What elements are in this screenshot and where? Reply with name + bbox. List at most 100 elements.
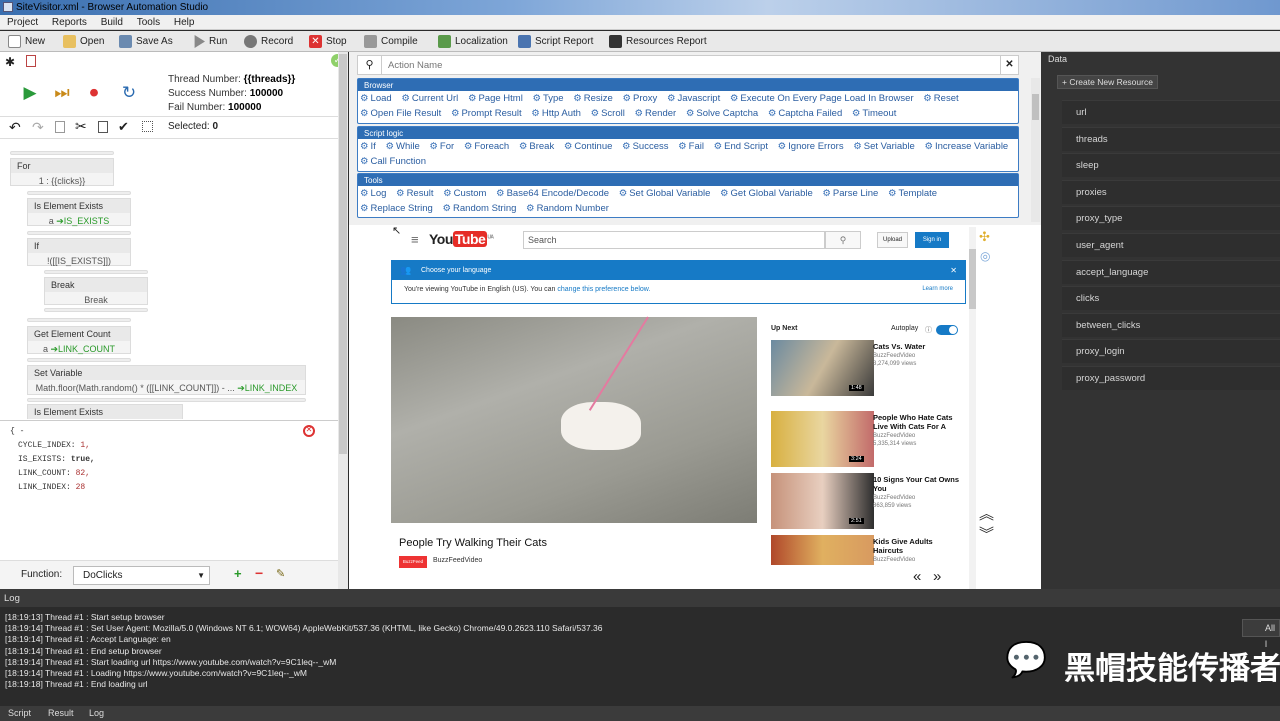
resource-user-agent[interactable]: user_agent bbox=[1062, 233, 1280, 257]
resources-report-button[interactable]: Resources Report bbox=[609, 34, 707, 49]
action-resize[interactable]: Resize bbox=[573, 93, 613, 104]
action-solve-captcha[interactable]: Solve Captcha bbox=[686, 108, 758, 119]
action-break[interactable]: Break bbox=[519, 141, 554, 152]
open-button[interactable]: Open bbox=[63, 34, 104, 49]
action-timeout[interactable]: Timeout bbox=[852, 108, 897, 119]
action-type[interactable]: Type bbox=[532, 93, 563, 104]
copy-icon[interactable] bbox=[55, 121, 65, 133]
add-function-icon[interactable]: + bbox=[234, 566, 242, 581]
undo-icon[interactable]: ↶ bbox=[9, 119, 21, 136]
action-fail[interactable]: Fail bbox=[678, 141, 704, 152]
resource-proxy-type[interactable]: proxy_type bbox=[1062, 206, 1280, 231]
channel-name[interactable]: BuzzFeedVideo bbox=[433, 557, 482, 564]
action-random-number[interactable]: Random Number bbox=[526, 203, 609, 214]
play-button[interactable]: ▶ bbox=[21, 84, 39, 102]
channel-avatar[interactable]: BuzzFeed bbox=[399, 556, 427, 568]
scroll-right-icon[interactable]: » bbox=[933, 568, 941, 585]
localization-button[interactable]: Localization bbox=[438, 34, 508, 49]
tab-log[interactable]: Log bbox=[89, 708, 104, 718]
set-variable-block[interactable]: Set Variable Math.floor(Math.random() * … bbox=[27, 365, 306, 395]
video-player[interactable] bbox=[391, 316, 757, 523]
save-as-button[interactable]: Save As bbox=[119, 34, 173, 49]
list-item[interactable]: 3:24 People Who Hate Cats Live With Cats… bbox=[771, 411, 971, 467]
action-log[interactable]: Log bbox=[360, 188, 386, 199]
action-random-string[interactable]: Random String bbox=[442, 203, 516, 214]
edit-function-icon[interactable]: ✎ bbox=[276, 567, 285, 580]
menu-tools[interactable]: Tools bbox=[137, 17, 160, 28]
action-foreach[interactable]: Foreach bbox=[464, 141, 509, 152]
actions-scrollbar[interactable] bbox=[1031, 78, 1040, 222]
action-reset[interactable]: Reset bbox=[923, 93, 958, 104]
step-button[interactable]: ⏭ bbox=[53, 84, 71, 102]
action-end-script[interactable]: End Script bbox=[714, 141, 768, 152]
action-template[interactable]: Template bbox=[888, 188, 937, 199]
paste-icon[interactable] bbox=[98, 121, 108, 133]
action-base64-encode-decode[interactable]: Base64 Encode/Decode bbox=[496, 188, 609, 199]
stop-button[interactable]: ✕ Stop bbox=[309, 34, 347, 49]
redo-icon[interactable]: ↷ bbox=[32, 119, 44, 136]
target-icon[interactable]: ◎ bbox=[980, 249, 990, 263]
upload-button[interactable]: Upload bbox=[877, 232, 908, 248]
if-block[interactable]: If !([[IS_EXISTS]]) bbox=[27, 238, 131, 266]
cut-icon[interactable]: ✂ bbox=[75, 118, 87, 135]
stop-circle-button[interactable]: ⏺ bbox=[85, 84, 103, 102]
is-element-exists-block[interactable]: Is Element Exists a ➔IS_EXISTS bbox=[27, 198, 131, 226]
sign-in-button[interactable]: Sign in bbox=[915, 232, 949, 248]
script-report-button[interactable]: Script Report bbox=[518, 34, 593, 49]
action-javascript[interactable]: Javascript bbox=[667, 93, 720, 104]
youtube-search-input[interactable]: Search bbox=[523, 231, 825, 249]
menu-build[interactable]: Build bbox=[101, 17, 123, 28]
action-set-variable[interactable]: Set Variable bbox=[853, 141, 915, 152]
browser-view[interactable]: ≡ You Tube UA Search ⚲ Upload Sign in 👥 Ch… bbox=[349, 225, 1041, 591]
menu-reports[interactable]: Reports bbox=[52, 17, 87, 28]
action-current-url[interactable]: Current Url bbox=[401, 93, 458, 104]
action-http-auth[interactable]: Http Auth bbox=[531, 108, 581, 119]
action-parse-line[interactable]: Parse Line bbox=[822, 188, 878, 199]
resource-proxy-login[interactable]: proxy_login bbox=[1062, 339, 1280, 364]
bug-icon[interactable]: ✱ bbox=[5, 55, 15, 69]
new-button[interactable]: New bbox=[8, 34, 45, 49]
resource-proxies[interactable]: proxies bbox=[1062, 179, 1280, 204]
action-call-function[interactable]: Call Function bbox=[360, 156, 426, 167]
menu-help[interactable]: Help bbox=[174, 17, 195, 28]
action-captcha-failed[interactable]: Captcha Failed bbox=[768, 108, 842, 119]
action-load[interactable]: Load bbox=[360, 93, 392, 104]
action-render[interactable]: Render bbox=[635, 108, 677, 119]
run-button[interactable]: Run bbox=[192, 34, 227, 49]
resource-url[interactable]: url bbox=[1062, 100, 1280, 124]
scroll-down-icon[interactable]: ︾ bbox=[979, 523, 994, 544]
action-page-html[interactable]: Page Html bbox=[468, 93, 523, 104]
menu-project[interactable]: Project bbox=[7, 17, 38, 28]
autoplay-toggle[interactable] bbox=[936, 325, 958, 335]
resource-threads[interactable]: threads bbox=[1062, 126, 1280, 151]
action-continue[interactable]: Continue bbox=[564, 141, 613, 152]
tab-result[interactable]: Result bbox=[48, 708, 74, 718]
is-element-exists-block-2[interactable]: Is Element Exists bbox=[27, 404, 183, 419]
action-proxy[interactable]: Proxy bbox=[622, 93, 657, 104]
action-replace-string[interactable]: Replace String bbox=[360, 203, 433, 214]
resource-accept-language[interactable]: accept_language bbox=[1062, 259, 1280, 284]
action-prompt-result[interactable]: Prompt Result bbox=[451, 108, 522, 119]
compile-button[interactable]: Compile bbox=[364, 34, 418, 49]
record-button[interactable]: Record bbox=[244, 34, 293, 49]
action-result[interactable]: Result bbox=[396, 188, 433, 199]
action-custom[interactable]: Custom bbox=[443, 188, 486, 199]
resource-sleep[interactable]: sleep bbox=[1062, 153, 1280, 178]
action-set-global-variable[interactable]: Set Global Variable bbox=[619, 188, 711, 199]
list-item[interactable]: 1:48 Cats Vs. Water BuzzFeedVideo 3,274,… bbox=[771, 340, 971, 396]
action-while[interactable]: While bbox=[385, 141, 419, 152]
scroll-left-icon[interactable]: « bbox=[913, 568, 921, 585]
action-increase-variable[interactable]: Increase Variable bbox=[924, 141, 1008, 152]
browser-scrollbar[interactable] bbox=[969, 227, 976, 591]
action-execute-on-every-page-load-in-browser[interactable]: Execute On Every Page Load In Browser bbox=[730, 93, 914, 104]
clear-icon[interactable]: ✕ bbox=[1000, 56, 1018, 74]
list-item[interactable]: Kids Give Adults Haircuts BuzzFeedVideo bbox=[771, 535, 971, 565]
close-icon[interactable]: ✕ bbox=[303, 425, 315, 437]
action-success[interactable]: Success bbox=[622, 141, 668, 152]
select-icon[interactable] bbox=[142, 121, 153, 132]
action-for[interactable]: For bbox=[429, 141, 454, 152]
action-get-global-variable[interactable]: Get Global Variable bbox=[720, 188, 813, 199]
action-ignore-errors[interactable]: Ignore Errors bbox=[778, 141, 844, 152]
resource-between-clicks[interactable]: between_clicks bbox=[1062, 312, 1280, 337]
doc-icon[interactable] bbox=[26, 55, 36, 67]
